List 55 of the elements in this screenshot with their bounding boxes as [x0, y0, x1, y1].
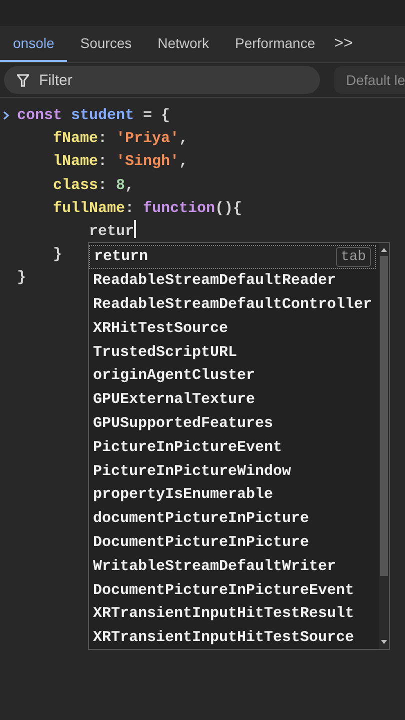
prompt-icon	[3, 111, 10, 120]
suggestion-label: GPUSupportedFeatures	[93, 414, 274, 432]
suggestion-item[interactable]: PictureInPictureWindow	[89, 459, 376, 483]
scroll-down-icon[interactable]	[380, 638, 388, 646]
suggestion-label: PictureInPictureWindow	[93, 462, 292, 480]
key-hint: tab	[336, 246, 372, 267]
suggestion-item[interactable]: XRTransientInputHitTestSource	[89, 626, 376, 650]
panel-tab[interactable]: Network	[144, 26, 222, 62]
code-line: retur	[89, 220, 136, 244]
code-line: class: 8,	[53, 176, 134, 196]
suggestion-label: WritableStreamDefaultWriter	[93, 558, 336, 575]
suggestion-label: XRTransientInputHitTestSource	[93, 629, 354, 646]
suggestion-label: ReadableStreamDefaultReader	[93, 272, 336, 290]
suggestion-label: PictureInPictureEvent	[93, 438, 282, 456]
suggestion-item[interactable]: DocumentPictureInPicture	[89, 530, 376, 554]
scroll-up-icon[interactable]	[380, 246, 388, 254]
suggestion-item[interactable]: PictureInPictureEvent	[89, 435, 376, 460]
suggestion-item[interactable]: propertyIsEnumerable	[89, 482, 376, 507]
code-line: fullName: function(){	[53, 198, 242, 219]
filter-icon	[17, 74, 29, 87]
suggestion-item[interactable]: XRHitTestSource	[89, 316, 376, 340]
panel-tab[interactable]: Sources	[67, 26, 145, 62]
suggestion-label: propertyIsEnumerable	[93, 486, 274, 504]
suggestion-label: XRHitTestSource	[93, 320, 228, 337]
suggestion-item[interactable]: documentPictureInPicture	[89, 506, 376, 531]
suggestion-item[interactable]: TrustedScriptURL	[89, 340, 376, 364]
code-line: }	[17, 268, 26, 288]
suggestion-label: documentPictureInPicture	[93, 510, 310, 528]
suggestion-item[interactable]: ReadableStreamDefaultReader	[89, 268, 376, 293]
suggestion-label: DocumentPictureInPicture	[93, 534, 310, 551]
suggestion-item[interactable]: DocumentPictureInPictureEvent	[89, 578, 376, 602]
scrollbar[interactable]	[379, 243, 389, 649]
suggestion-label: originAgentCluster	[93, 367, 256, 384]
suggestion-item[interactable]: GPUExternalTexture	[89, 388, 376, 412]
panel-tab[interactable]: Performance	[222, 26, 328, 62]
more-tabs-button[interactable]: >>	[330, 26, 357, 62]
suggestion-item[interactable]: return tab	[89, 245, 376, 269]
suggestion-label: XRTransientInputHitTestResult	[93, 605, 354, 622]
code-line: lName: 'Singh',	[53, 152, 188, 172]
suggestion-label: TrustedScriptURL	[93, 344, 238, 361]
filter-field[interactable]: Filter	[4, 66, 320, 94]
suggestion-item[interactable]: XRTransientInputHitTestResult	[89, 602, 376, 626]
suggestion-label: GPUExternalTexture	[93, 391, 256, 408]
suggestion-item[interactable]: GPUSupportedFeatures	[89, 412, 376, 436]
code-line: }	[53, 245, 62, 266]
suggestion-label: ReadableStreamDefaultController	[93, 296, 372, 313]
suggestion-label: DocumentPictureInPictureEvent	[93, 582, 354, 599]
suggestion-item[interactable]: ReadableStreamDefaultController	[89, 292, 376, 316]
suggestion-item[interactable]: WritableStreamDefaultWriter	[89, 554, 376, 578]
scrollbar-thumb[interactable]	[380, 256, 388, 576]
code-line: fName: 'Priya',	[53, 129, 188, 150]
code-line: const student = {	[17, 106, 170, 126]
suggestion-item[interactable]: originAgentCluster	[89, 364, 376, 388]
suggestion-label: return	[94, 248, 148, 266]
log-levels-dropdown[interactable]: Default le	[334, 66, 405, 94]
